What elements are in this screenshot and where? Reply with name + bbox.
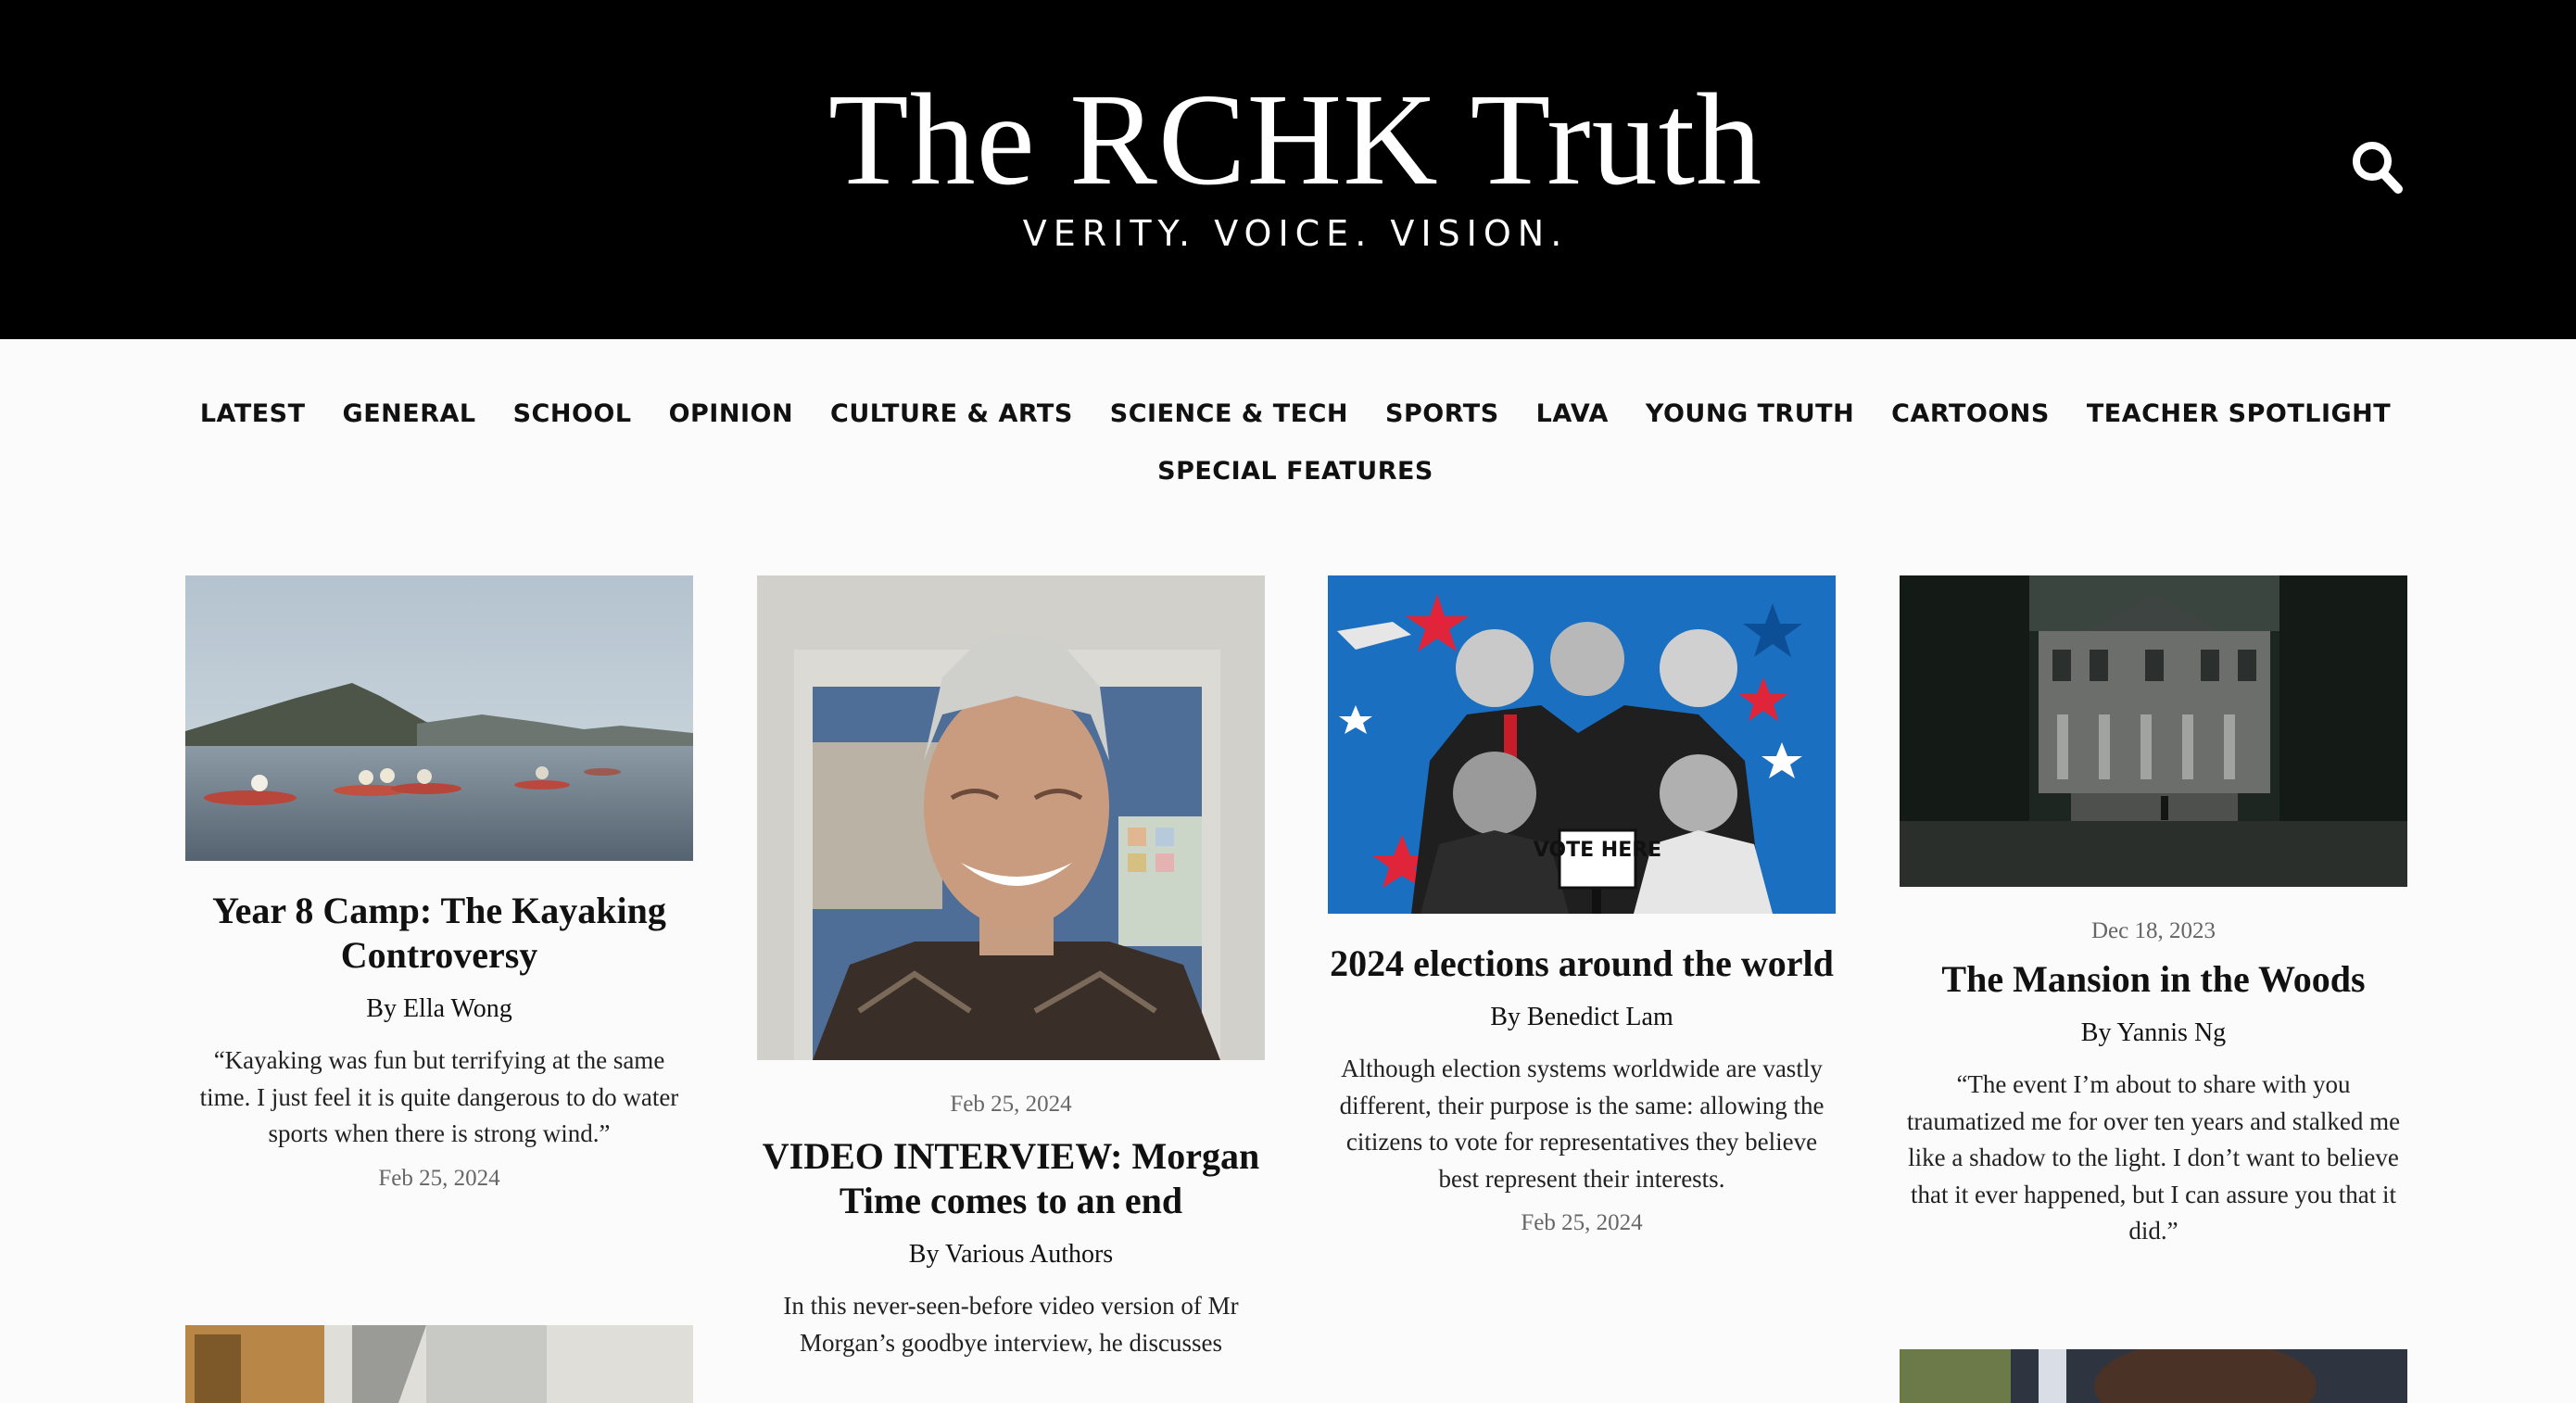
article-card: VOTE HERE 2024 elections around the worl…	[1328, 575, 1836, 1240]
article-byline[interactable]: By Ella Wong	[185, 991, 693, 1028]
nav-row-primary: LATEST GENERAL SCHOOL OPINION CULTURE & …	[139, 386, 2452, 443]
article-date: Dec 18, 2023	[2091, 918, 2216, 943]
article-excerpt: “Kayaking was fun but terrifying at the …	[199, 1046, 679, 1147]
article-image-interview[interactable]	[757, 575, 1265, 1060]
nav-item-special-features[interactable]: SPECIAL FEATURES	[1157, 443, 1433, 500]
nav-item-latest[interactable]: LATEST	[200, 386, 306, 443]
article-date: Feb 25, 2024	[378, 1165, 500, 1191]
nav-item-opinion[interactable]: OPINION	[669, 386, 793, 443]
article-excerpt: In this never-seen-before video version …	[783, 1292, 1239, 1357]
nav-item-teacher-spotlight[interactable]: TEACHER SPOTLIGHT	[2087, 386, 2391, 443]
article-date: Feb 25, 2024	[950, 1092, 1072, 1117]
article-card: Dec 18, 2023 The Mansion in the Woods By…	[1900, 575, 2407, 1250]
article-title[interactable]: VIDEO INTERVIEW: Morgan Time comes to an…	[757, 1134, 1265, 1223]
nav-row-secondary: SPECIAL FEATURES	[139, 443, 2452, 500]
nav-item-school[interactable]: SCHOOL	[513, 386, 632, 443]
article-title[interactable]: The Mansion in the Woods	[1900, 957, 2407, 1002]
site-title[interactable]: The RCHK Truth	[0, 65, 2576, 213]
article-excerpt: Although election systems worldwide are …	[1339, 1055, 1825, 1193]
site-tagline: VERITY. VOICE. VISION.	[1022, 213, 1569, 254]
nav-item-young-truth[interactable]: YOUNG TRUTH	[1646, 386, 1854, 443]
article-card: Year 8 Camp: The Kayaking Controversy By…	[185, 575, 693, 1195]
article-card: Feb 25, 2024 VIDEO INTERVIEW: Morgan Tim…	[757, 575, 1265, 1361]
article-image-mansion[interactable]	[1900, 575, 2407, 887]
article-byline[interactable]: By Benedict Lam	[1328, 999, 1836, 1036]
article-byline[interactable]: By Various Authors	[757, 1236, 1265, 1273]
nav-item-sports[interactable]: SPORTS	[1385, 386, 1499, 443]
article-image-portrait[interactable]	[1900, 1349, 2407, 1403]
article-image-building[interactable]	[185, 1325, 693, 1403]
article-image-elections[interactable]: VOTE HERE	[1328, 575, 1836, 914]
nav-item-science-tech[interactable]: SCIENCE & TECH	[1110, 386, 1348, 443]
masthead: The RCHK Truth VERITY. VOICE. VISION.	[0, 0, 2576, 339]
nav-item-general[interactable]: GENERAL	[343, 386, 476, 443]
article-date: Feb 25, 2024	[1521, 1210, 1643, 1235]
nav-item-culture-arts[interactable]: CULTURE & ARTS	[830, 386, 1073, 443]
vote-sign-text: VOTE HERE	[1534, 839, 1661, 862]
search-icon[interactable]	[2350, 137, 2406, 196]
nav-item-lava[interactable]: LAVA	[1536, 386, 1609, 443]
article-excerpt: “The event I’m about to share with you t…	[1906, 1070, 2401, 1245]
article-title[interactable]: Year 8 Camp: The Kayaking Controversy	[185, 889, 693, 978]
main-navigation: LATEST GENERAL SCHOOL OPINION CULTURE & …	[139, 386, 2452, 500]
article-byline[interactable]: By Yannis Ng	[1900, 1015, 2407, 1052]
article-image-kayaking[interactable]	[185, 575, 693, 861]
article-title[interactable]: 2024 elections around the world	[1328, 942, 1836, 986]
nav-item-cartoons[interactable]: CARTOONS	[1891, 386, 2050, 443]
